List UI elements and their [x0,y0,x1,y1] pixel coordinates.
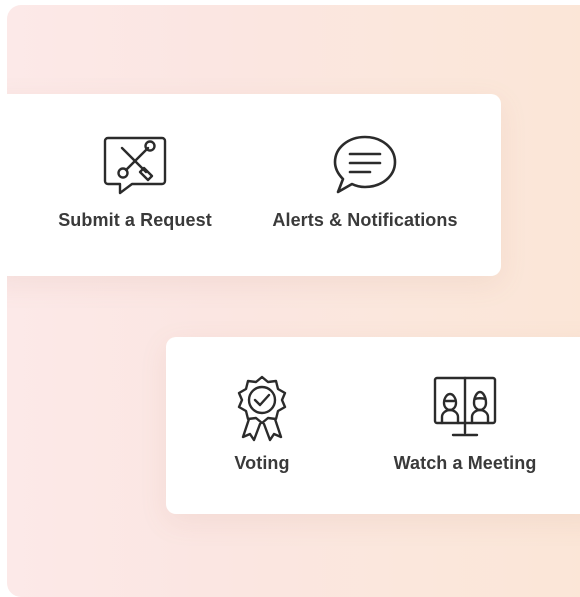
watch-meeting-label: Watch a Meeting [393,453,537,473]
speech-bubble-icon [333,135,397,194]
submit-request-label: Submit a Request [58,210,212,230]
services-card-top: Submit a Request Alerts & Notifications [7,94,501,276]
wrench-screwdriver-chat-icon [103,136,167,195]
submit-request-tile[interactable]: Submit a Request [35,132,235,231]
voting-tile[interactable]: Voting [202,375,322,474]
voting-label: Voting [234,453,290,473]
background-panel: Submit a Request Alerts & Notifications … [7,5,580,597]
services-card-bottom: Voting Watch a Meeting [166,337,580,514]
watch-meeting-tile[interactable]: Watch a Meeting [370,375,560,474]
alerts-notifications-tile[interactable]: Alerts & Notifications [255,132,475,231]
video-meeting-icon [433,376,497,437]
alerts-notifications-label: Alerts & Notifications [272,210,458,230]
award-badge-check-icon [237,375,287,442]
